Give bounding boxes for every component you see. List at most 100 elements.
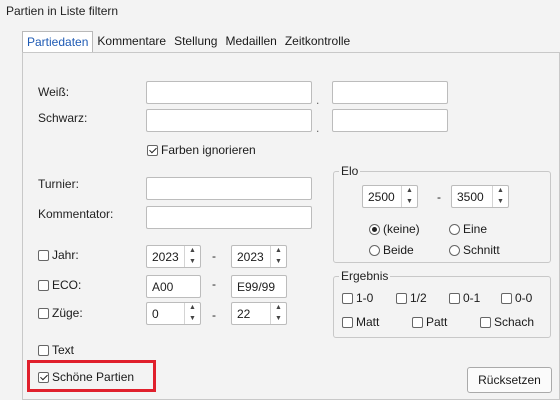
elo-max-value[interactable]: 3500 [452,186,492,207]
moves-to-value[interactable]: 22 [232,303,270,324]
moves-checkbox[interactable]: Züge: [38,306,83,320]
elo-option-average[interactable]: Schnitt [449,243,500,257]
checkbox-box[interactable] [501,292,512,304]
result-option-label: Schach [494,315,535,329]
checkbox-box[interactable] [38,344,49,356]
elo-option-both[interactable]: Beide [369,243,414,257]
radio-button[interactable] [449,244,460,256]
black-secondary-input[interactable] [332,109,448,132]
white-secondary-input[interactable] [332,81,448,104]
tab-medaillen[interactable]: Medaillen [221,31,280,53]
moves-from-value[interactable]: 0 [147,303,184,324]
ignore-colors-checkbox[interactable]: Farben ignorieren [147,143,256,157]
moves-from-spinner[interactable]: 0 ▲ ▼ [146,302,201,325]
checkbox-box[interactable] [38,371,49,383]
result-mate[interactable]: Matt [342,315,379,329]
tournament-input[interactable] [146,177,312,200]
black-label: Schwarz: [38,111,88,125]
year-checkbox[interactable]: Jahr: [38,248,79,262]
checkbox-box[interactable] [147,144,158,156]
year-from-value[interactable]: 2023 [147,246,184,267]
white-label: Weiß: [38,85,70,99]
eco-to-input[interactable] [231,275,287,298]
spin-down-icon[interactable]: ▼ [185,257,200,268]
moves-to-spinner[interactable]: 22 ▲ ▼ [231,302,287,325]
black-separator: . [316,121,320,135]
ignore-colors-label: Farben ignorieren [161,143,256,157]
year-to-spinner[interactable]: 2023 ▲ ▼ [231,245,287,268]
elo-max-spinner[interactable]: 3500 ▲ ▼ [451,185,509,208]
year-to-value[interactable]: 2023 [232,246,270,267]
result-option-label: 1-0 [356,291,374,305]
elo-option-none[interactable]: (keine) [369,222,420,236]
elo-min-spinner[interactable]: 2500 ▲ ▼ [362,185,418,208]
tab-partiedaten[interactable]: Partiedaten [22,31,94,53]
result-no-result[interactable]: 0-0 [501,291,532,305]
spin-up-icon[interactable]: ▲ [185,303,200,314]
spin-up-icon[interactable]: ▲ [493,186,508,197]
eco-dash: - [212,277,216,291]
elo-title: Elo [339,164,361,178]
eco-checkbox[interactable]: ECO: [38,278,81,292]
elo-option-label: Beide [383,243,414,257]
result-check[interactable]: Schach [480,315,534,329]
elo-option-label: Eine [463,222,488,236]
result-white-wins[interactable]: 1-0 [342,291,373,305]
checkbox-box[interactable] [38,307,49,319]
tab-bar: Partiedaten Kommentare Stellung Medaille… [22,31,354,53]
spin-up-icon[interactable]: ▲ [271,246,286,257]
spin-down-icon[interactable]: ▼ [271,314,286,325]
year-dash: - [212,249,216,263]
result-option-label: 0-1 [463,291,481,305]
elo-option-one[interactable]: Eine [449,222,487,236]
commentator-input[interactable] [146,206,312,229]
spin-down-icon[interactable]: ▼ [402,197,417,208]
elo-dash: - [437,190,441,204]
result-black-wins[interactable]: 0-1 [449,291,480,305]
nice-games-label: Schöne Partien [52,370,135,384]
text-label: Text [52,343,75,357]
elo-min-value[interactable]: 2500 [363,186,401,207]
black-input[interactable] [146,109,312,132]
checkbox-box[interactable] [480,316,491,328]
text-checkbox[interactable]: Text [38,343,74,357]
nice-games-checkbox[interactable]: Schöne Partien [38,370,134,384]
radio-button[interactable] [369,223,380,235]
white-input[interactable] [146,81,312,104]
checkbox-box[interactable] [342,292,353,304]
tournament-label: Turnier: [38,177,79,191]
tab-kommentare[interactable]: Kommentare [93,31,170,53]
spin-up-icon[interactable]: ▲ [402,186,417,197]
checkbox-box[interactable] [342,316,353,328]
spin-down-icon[interactable]: ▼ [271,257,286,268]
moves-dash: - [212,308,216,322]
result-stalemate[interactable]: Patt [412,315,447,329]
checkbox-box[interactable] [412,316,423,328]
elo-option-label: Schnitt [463,243,500,257]
reset-button[interactable]: Rücksetzen [467,367,552,393]
result-option-label: Matt [356,315,380,329]
result-title: Ergebnis [339,269,391,283]
year-from-spinner[interactable]: 2023 ▲ ▼ [146,245,201,268]
checkbox-box[interactable] [449,292,460,304]
white-separator: . [316,93,320,107]
checkbox-box[interactable] [38,249,49,261]
spin-up-icon[interactable]: ▲ [185,246,200,257]
checkbox-box[interactable] [396,292,407,304]
checkbox-box[interactable] [38,279,49,291]
result-draw[interactable]: 1/2 [396,291,427,305]
tab-zeitkontrolle[interactable]: Zeitkontrolle [281,31,354,53]
tab-stellung[interactable]: Stellung [170,31,221,53]
moves-label: Züge: [52,306,83,320]
spin-down-icon[interactable]: ▼ [185,314,200,325]
eco-label: ECO: [52,278,82,292]
elo-option-label: (keine) [383,222,420,236]
result-option-label: 1/2 [410,291,427,305]
eco-from-input[interactable] [146,275,201,298]
window-title: Partien in Liste filtern [6,4,119,18]
radio-button[interactable] [369,244,380,256]
spin-down-icon[interactable]: ▼ [493,197,508,208]
commentator-label: Kommentator: [38,207,114,221]
spin-up-icon[interactable]: ▲ [271,303,286,314]
radio-button[interactable] [449,223,460,235]
